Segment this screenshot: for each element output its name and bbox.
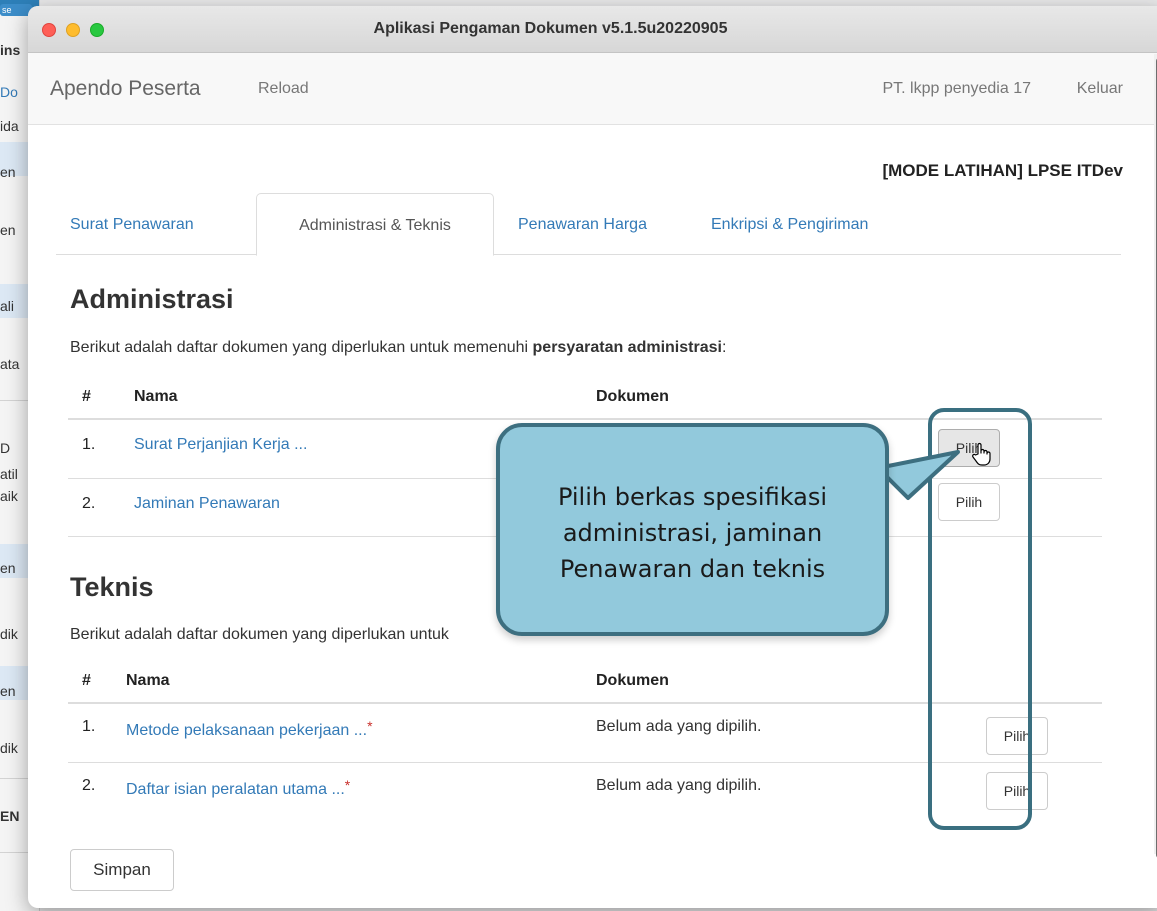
header-doc: Dokumen: [596, 672, 669, 689]
background-text: D: [0, 440, 11, 456]
background-text: atil: [0, 466, 18, 482]
desc-text: Berikut adalah daftar dokumen yang diper…: [70, 339, 533, 356]
desc-suffix: :: [721, 339, 727, 356]
tab-enkripsi-pengiriman[interactable]: Enkripsi & Pengiriman: [711, 193, 868, 255]
tab-administrasi-teknis[interactable]: Administrasi & Teknis: [256, 193, 494, 256]
background-text: en: [0, 560, 16, 576]
window-titlebar[interactable]: Aplikasi Pengaman Dokumen v5.1.5u2022090…: [28, 6, 1157, 53]
background-text: ata: [0, 356, 20, 372]
header-doc: Dokumen: [596, 388, 669, 405]
background-text: ali: [0, 298, 15, 314]
save-button[interactable]: Simpan: [70, 849, 174, 891]
hand-cursor-icon: [972, 442, 991, 466]
header-name: Nama: [134, 388, 178, 405]
section-title-administrasi: Administrasi: [70, 284, 234, 314]
document-link[interactable]: Metode pelaksanaan pekerjaan ...*: [126, 718, 373, 740]
tab-surat-penawaran[interactable]: Surat Penawaran: [70, 193, 194, 255]
background-text: en: [0, 222, 16, 238]
document-link[interactable]: Daftar isian peralatan utama ...*: [126, 777, 350, 799]
tab-bar: Surat Penawaran Administrasi & Teknis Pe…: [56, 193, 1121, 256]
background-text: dik: [0, 740, 18, 756]
row-num: 2.: [82, 495, 96, 512]
section-title-teknis: Teknis: [70, 572, 154, 602]
header-num: #: [82, 388, 91, 405]
document-link-label[interactable]: Metode pelaksanaan pekerjaan ...: [126, 722, 367, 739]
logout-link[interactable]: Keluar: [1077, 80, 1123, 98]
background-text: en: [0, 164, 16, 180]
highlight-box: [928, 408, 1032, 830]
required-marker: *: [367, 718, 373, 734]
callout-text: Pilih berkas spesifikasi administrasi, j…: [500, 479, 885, 587]
background-text: aik: [0, 488, 18, 504]
callout-line: administrasi, jaminan: [562, 519, 823, 547]
callout-line: Pilih berkas spesifikasi: [557, 483, 828, 511]
callout-line: Penawaran dan teknis: [559, 555, 826, 583]
document-link[interactable]: Jaminan Penawaran: [134, 495, 280, 513]
required-marker: *: [344, 777, 351, 793]
header-name: Nama: [126, 672, 170, 689]
background-text: en: [0, 683, 16, 699]
document-link[interactable]: Surat Perjanjian Kerja ...: [134, 436, 307, 454]
navbar: Apendo Peserta Reload PT. lkpp penyedia …: [28, 53, 1157, 125]
reload-link[interactable]: Reload: [258, 80, 309, 98]
desc-bold: persyaratan administrasi: [532, 339, 722, 356]
brand[interactable]: Apendo Peserta: [50, 77, 201, 101]
document-link-label[interactable]: Daftar isian peralatan utama ...: [126, 781, 345, 798]
mode-label: [MODE LATIHAN] LPSE ITDev: [882, 161, 1123, 180]
background-text: dik: [0, 626, 18, 642]
section-desc-administrasi: Berikut adalah daftar dokumen yang diper…: [70, 339, 726, 357]
background-text: Do: [0, 84, 18, 100]
document-status: Belum ada yang dipilih.: [596, 777, 762, 794]
row-num: 1.: [82, 718, 96, 735]
background-text: ida: [0, 118, 19, 134]
header-num: #: [82, 672, 91, 689]
background-text: EN: [0, 808, 20, 824]
section-desc-teknis: Berikut adalah daftar dokumen yang diper…: [70, 626, 449, 643]
company-name[interactable]: PT. lkpp penyedia 17: [882, 80, 1031, 98]
row-num: 2.: [82, 777, 96, 794]
callout-bubble: Pilih berkas spesifikasi administrasi, j…: [496, 423, 889, 636]
document-status: Belum ada yang dipilih.: [596, 718, 762, 735]
row-num: 1.: [82, 436, 96, 453]
window-title: Aplikasi Pengaman Dokumen v5.1.5u2022090…: [373, 20, 728, 37]
tab-penawaran-harga[interactable]: Penawaran Harga: [518, 193, 647, 255]
background-text: ins: [0, 42, 21, 58]
